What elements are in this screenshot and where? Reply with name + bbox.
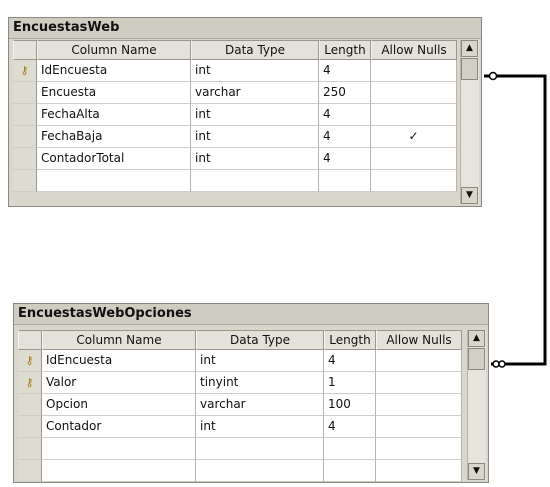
column-name-cell[interactable] [42, 460, 196, 482]
scroll-thumb[interactable] [468, 348, 485, 370]
row-selector[interactable] [18, 416, 42, 438]
column-header-row: Column Name Data Type Length Allow Nulls [18, 330, 462, 350]
row-selector[interactable] [13, 148, 37, 170]
vertical-scrollbar[interactable]: ▲ ▼ [467, 330, 486, 480]
table-row[interactable]: ⚷ IdEncuesta int 4 [18, 350, 462, 372]
scroll-down-icon[interactable]: ▼ [468, 463, 485, 480]
allow-nulls-checkbox[interactable] [376, 372, 462, 394]
length-cell[interactable]: 4 [319, 60, 371, 82]
header-length: Length [324, 330, 376, 350]
table-row[interactable]: Encuesta varchar 250 [13, 82, 457, 104]
data-type-cell[interactable]: int [191, 126, 319, 148]
data-type-cell[interactable]: int [191, 148, 319, 170]
row-selector-header [18, 330, 42, 350]
allow-nulls-checkbox[interactable] [376, 460, 462, 482]
data-type-cell[interactable] [191, 170, 319, 192]
table-title[interactable]: EncuestasWeb [9, 18, 481, 39]
length-cell[interactable]: 4 [324, 350, 376, 372]
key-icon: ⚷ [13, 60, 37, 82]
table-row[interactable]: FechaBaja int 4 ✓ [13, 126, 457, 148]
allow-nulls-checkbox[interactable] [376, 438, 462, 460]
length-cell[interactable] [324, 438, 376, 460]
table-row[interactable]: FechaAlta int 4 [13, 104, 457, 126]
scroll-up-icon[interactable]: ▲ [468, 330, 485, 347]
table-row[interactable]: Opcion varchar 100 [18, 394, 462, 416]
data-type-cell[interactable]: int [196, 416, 324, 438]
table-row-empty[interactable] [13, 170, 457, 192]
table-row[interactable]: ⚷ IdEncuesta int 4 [13, 60, 457, 82]
key-end-icon [488, 71, 498, 81]
column-header-row: Column Name Data Type Length Allow Nulls [13, 40, 457, 60]
data-type-cell[interactable] [196, 438, 324, 460]
key-icon: ⚷ [18, 372, 42, 394]
length-cell[interactable]: 4 [319, 104, 371, 126]
scroll-up-icon[interactable]: ▲ [461, 40, 478, 57]
column-name-cell[interactable]: FechaAlta [37, 104, 191, 126]
row-selector[interactable] [18, 394, 42, 416]
length-cell[interactable]: 100 [324, 394, 376, 416]
row-selector[interactable] [13, 170, 37, 192]
column-name-cell[interactable]: FechaBaja [37, 126, 191, 148]
header-data-type: Data Type [191, 40, 319, 60]
scroll-thumb[interactable] [461, 58, 478, 80]
length-cell[interactable]: 4 [324, 416, 376, 438]
table-row-empty[interactable] [18, 438, 462, 460]
header-length: Length [319, 40, 371, 60]
key-icon: ⚷ [18, 350, 42, 372]
table-encuestasweb[interactable]: EncuestasWeb Column Name Data Type Lengt… [8, 17, 482, 207]
length-cell[interactable]: 250 [319, 82, 371, 104]
data-type-cell[interactable]: tinyint [196, 372, 324, 394]
allow-nulls-checkbox[interactable] [371, 170, 457, 192]
allow-nulls-checkbox[interactable] [371, 82, 457, 104]
column-name-cell[interactable]: IdEncuesta [37, 60, 191, 82]
data-type-cell[interactable]: int [191, 104, 319, 126]
data-type-cell[interactable] [196, 460, 324, 482]
column-name-cell[interactable] [42, 438, 196, 460]
allow-nulls-checkbox[interactable] [376, 350, 462, 372]
allow-nulls-checkbox[interactable] [371, 104, 457, 126]
length-cell[interactable] [324, 460, 376, 482]
column-name-cell[interactable]: Valor [42, 372, 196, 394]
length-cell[interactable]: 4 [319, 126, 371, 148]
vertical-scrollbar[interactable]: ▲ ▼ [460, 40, 479, 204]
data-type-cell[interactable]: varchar [196, 394, 324, 416]
column-name-cell[interactable]: ContadorTotal [37, 148, 191, 170]
table-row[interactable]: ⚷ Valor tinyint 1 [18, 372, 462, 394]
data-type-cell[interactable]: int [191, 60, 319, 82]
table-title[interactable]: EncuestasWebOpciones [14, 304, 488, 325]
column-name-cell[interactable] [37, 170, 191, 192]
length-cell[interactable] [319, 170, 371, 192]
header-column-name: Column Name [42, 330, 196, 350]
allow-nulls-checkbox[interactable] [371, 60, 457, 82]
column-name-cell[interactable]: Encuesta [37, 82, 191, 104]
column-name-cell[interactable]: Contador [42, 416, 196, 438]
row-selector[interactable] [13, 104, 37, 126]
infinity-end-icon [492, 360, 506, 368]
allow-nulls-checkbox[interactable] [376, 394, 462, 416]
header-column-name: Column Name [37, 40, 191, 60]
table-row-empty[interactable] [18, 460, 462, 482]
column-name-cell[interactable]: Opcion [42, 394, 196, 416]
allow-nulls-checkbox[interactable] [376, 416, 462, 438]
table-row[interactable]: ContadorTotal int 4 [13, 148, 457, 170]
length-cell[interactable]: 4 [319, 148, 371, 170]
row-selector[interactable] [13, 126, 37, 148]
row-selector[interactable] [13, 82, 37, 104]
allow-nulls-checkbox[interactable] [371, 148, 457, 170]
table-row[interactable]: Contador int 4 [18, 416, 462, 438]
header-data-type: Data Type [196, 330, 324, 350]
row-selector[interactable] [18, 438, 42, 460]
row-selector[interactable] [18, 460, 42, 482]
data-type-cell[interactable]: varchar [191, 82, 319, 104]
column-name-cell[interactable]: IdEncuesta [42, 350, 196, 372]
length-cell[interactable]: 1 [324, 372, 376, 394]
header-allow-nulls: Allow Nulls [371, 40, 457, 60]
row-selector-header [13, 40, 37, 60]
scroll-down-icon[interactable]: ▼ [461, 187, 478, 204]
allow-nulls-checkbox[interactable]: ✓ [371, 126, 457, 148]
data-type-cell[interactable]: int [196, 350, 324, 372]
table-encuestaswebopciones[interactable]: EncuestasWebOpciones Column Name Data Ty… [13, 303, 489, 483]
header-allow-nulls: Allow Nulls [376, 330, 462, 350]
